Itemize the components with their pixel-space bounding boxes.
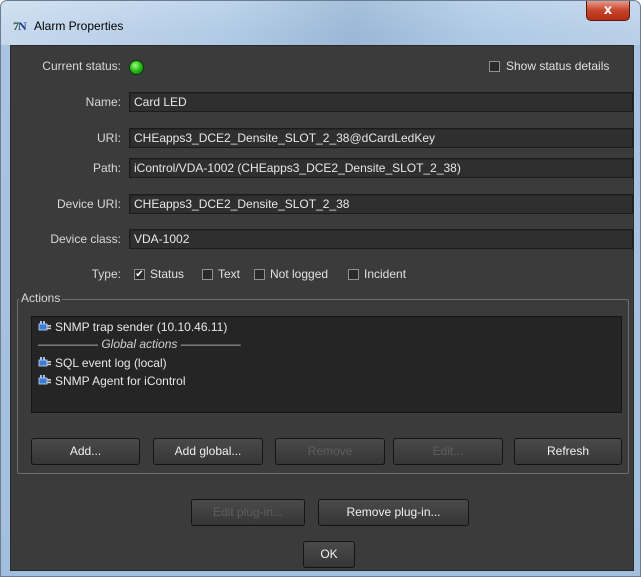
device-class-field[interactable]: VDA-1002 [129,229,633,249]
type-text-label[interactable]: Text [218,267,240,281]
plugin-icon [38,321,51,331]
action-label: SQL event log (local) [55,356,167,370]
close-icon[interactable]: x [586,1,630,21]
type-status-checkbox[interactable]: ✔ [134,269,145,280]
type-status-label[interactable]: Status [150,267,184,281]
edit-button[interactable]: Edit... [393,438,503,465]
list-item[interactable]: SNMP Agent for iControl [38,373,186,389]
global-actions-separator: ————— Global actions ————— [38,337,241,351]
uri-field[interactable]: CHEapps3_DCE2_Densite_SLOT_2_38@dCardLed… [129,128,633,148]
add-button[interactable]: Add... [31,438,140,465]
list-item[interactable]: SNMP trap sender (10.10.46.11) [38,319,227,335]
name-label: Name: [85,95,121,109]
plugin-icon [38,375,51,385]
current-status-label: Current status: [42,59,121,73]
list-item[interactable]: SQL event log (local) [38,355,167,371]
type-incident-label[interactable]: Incident [364,267,406,281]
type-text-checkbox[interactable] [202,269,213,280]
name-field[interactable]: Card LED [129,92,633,112]
edit-plugin-button[interactable]: Edit plug-in... [191,499,305,526]
path-field[interactable]: iControl/VDA-1002 (CHEapps3_DCE2_Densite… [129,158,633,178]
type-not-logged-checkbox[interactable] [254,269,265,280]
device-uri-label: Device URI: [56,197,121,211]
window-title: Alarm Properties [34,19,124,33]
actions-list[interactable]: SNMP trap sender (10.10.46.11) ————— Glo… [31,316,622,413]
action-label: SNMP trap sender (10.10.46.11) [55,320,228,334]
action-label: SNMP Agent for iControl [55,374,186,388]
refresh-button[interactable]: Refresh [514,438,622,465]
add-global-button[interactable]: Add global... [153,438,263,465]
uri-label: URI: [97,131,121,145]
path-label: Path: [92,161,121,175]
ok-button[interactable]: OK [303,541,355,568]
remove-button[interactable]: Remove [275,438,385,465]
type-not-logged-label[interactable]: Not logged [270,267,328,281]
device-uri-field[interactable]: CHEapps3_DCE2_Densite_SLOT_2_38 [129,194,633,214]
remove-plugin-button[interactable]: Remove plug-in... [318,499,469,526]
status-led-icon [129,60,144,75]
plugin-icon [38,357,51,367]
type-label: Type: [91,267,121,281]
show-status-details-checkbox[interactable] [489,61,500,72]
title-bar[interactable]: 7N Alarm Properties x [1,1,640,45]
dialog-content: Current status: Show status details Name… [10,45,634,571]
show-status-details-label[interactable]: Show status details [506,59,609,73]
alarm-properties-window: 7N Alarm Properties x Current status: Sh… [0,0,641,577]
actions-legend: Actions [19,291,63,305]
device-class-label: Device class: [50,232,121,246]
type-incident-checkbox[interactable] [348,269,359,280]
app-icon: 7N [13,19,27,33]
